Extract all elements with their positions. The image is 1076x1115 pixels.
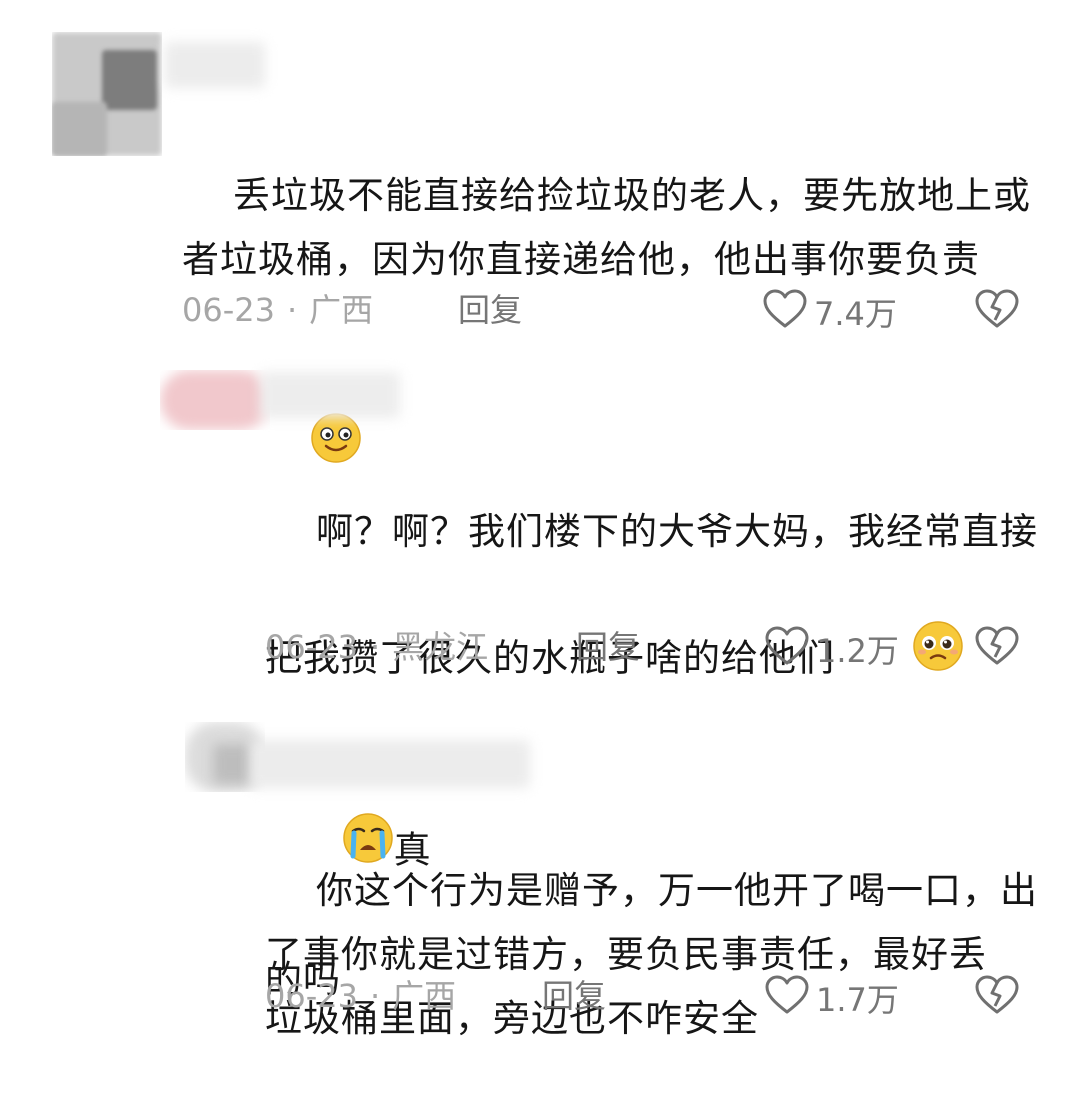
reply-button[interactable]: 回复: [542, 976, 606, 1016]
comment-body: 丢垃圾不能直接给捡垃圾的老人，要先放地上或 者垃圾桶，因为你直接递给他，他出事你…: [182, 174, 1032, 281]
like-count: 1.7万: [816, 980, 899, 1019]
like-button[interactable]: 7.4万: [762, 288, 897, 339]
heart-icon: [764, 974, 816, 1025]
dislike-button[interactable]: [974, 625, 1020, 671]
reply-button[interactable]: 回复: [458, 290, 522, 330]
comment-date: 06-23: [265, 977, 358, 1015]
comment-date: 06-23: [182, 291, 275, 329]
avatar[interactable]: [52, 32, 162, 156]
like-count: 7.4万: [814, 294, 897, 333]
comment-meta: 06-23 · 黑龙江: [265, 627, 488, 667]
username[interactable]: [250, 740, 530, 788]
broken-heart-icon: [974, 975, 1020, 1020]
comment-location: 广西: [392, 977, 457, 1015]
comment-location: 广西: [309, 291, 374, 329]
separator-dot: ·: [369, 977, 381, 1015]
broken-heart-icon: [974, 626, 1020, 671]
avatar[interactable]: [160, 370, 270, 430]
like-button[interactable]: 1.2万: [764, 625, 899, 676]
dislike-button[interactable]: [974, 288, 1020, 334]
username[interactable]: [165, 42, 265, 88]
comment-body-line-1: 啊？啊？我们楼下的大爷大妈，我经常直接: [316, 510, 1039, 553]
like-button[interactable]: 1.7万: [764, 974, 899, 1025]
separator-dot: ·: [286, 291, 298, 329]
username[interactable]: [260, 372, 400, 418]
comment-meta: 06-23 · 广西: [265, 976, 456, 1016]
comment-date: 06-23: [265, 628, 358, 666]
broken-heart-icon: [974, 289, 1020, 334]
comment-text: 你这个行为是赠予，万一他开了喝一口，出 了事你就是过错方，要负民事责任，最好丢 …: [265, 795, 1045, 1115]
like-count: 1.2万: [816, 631, 899, 670]
comment-meta: 06-23 · 广西: [182, 290, 373, 330]
dislike-button[interactable]: [974, 974, 1020, 1020]
heart-icon: [764, 625, 816, 676]
reply-button[interactable]: 回复: [576, 627, 640, 667]
separator-dot: ·: [369, 628, 381, 666]
comment-location: 黑龙江: [392, 628, 489, 666]
heart-icon: [762, 288, 814, 339]
